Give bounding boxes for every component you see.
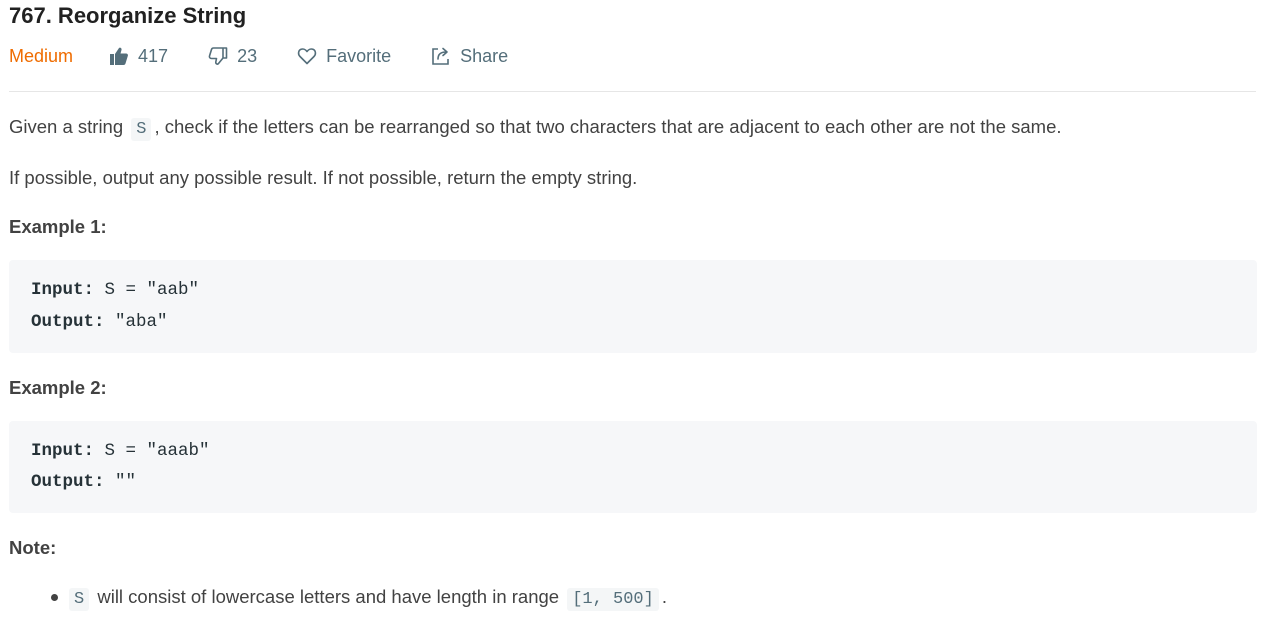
output-value: "aba" — [104, 312, 168, 332]
output-label: Output: — [31, 312, 105, 332]
description-paragraph-1: Given a string S, check if the letters c… — [9, 113, 1062, 144]
favorite-button[interactable]: Favorite — [297, 46, 391, 67]
description-paragraph-2: If possible, output any possible result.… — [9, 167, 638, 188]
like-count: 417 — [138, 45, 169, 66]
problem-title: 767. Reorganize String — [9, 3, 247, 28]
input-label: Input: — [31, 280, 95, 300]
example-1-output-line: Output: "aba" — [31, 311, 168, 333]
note-item-body: will consist of lowercase letters and ha… — [92, 586, 565, 607]
inline-code: S — [69, 588, 90, 611]
note-list: S will consist of lowercase letters and … — [9, 583, 1257, 613]
heart-icon — [297, 48, 317, 65]
header-divider — [9, 91, 1256, 92]
input-value: S = "aaab" — [94, 441, 210, 461]
thumbs-up-icon — [110, 47, 128, 65]
example-2-title: Example 2: — [9, 377, 107, 398]
input-value: S = "aab" — [94, 280, 200, 300]
output-label: Output: — [31, 472, 105, 492]
bullet-icon — [51, 594, 58, 601]
note-title: Note: — [9, 537, 57, 558]
output-value: "" — [104, 472, 137, 492]
example-2-block: Input: S = "aaab" Output: "" — [9, 421, 1257, 513]
favorite-label: Favorite — [326, 45, 392, 66]
thumbs-down-icon — [208, 47, 228, 65]
example-1-block: Input: S = "aab" Output: "aba" — [9, 260, 1257, 353]
inline-code: S — [131, 118, 152, 141]
share-icon — [432, 47, 449, 65]
share-button[interactable]: Share — [431, 46, 508, 67]
example-2-input-line: Input: S = "aaab" — [31, 440, 210, 462]
description-text: Given a string — [9, 116, 129, 137]
note-item-text: S will consist of lowercase letters and … — [69, 583, 667, 614]
input-label: Input: — [31, 441, 95, 461]
description-text: , check if the letters can be rearranged… — [154, 116, 1062, 137]
difficulty-label: Medium — [9, 45, 74, 66]
example-1-title: Example 1: — [9, 216, 107, 237]
dislike-button[interactable]: 23 — [208, 46, 257, 67]
problem-meta-bar: Medium 417 23 Favorite Share — [9, 42, 548, 70]
note-item-end: . — [661, 586, 667, 607]
example-1-input-line: Input: S = "aab" — [31, 279, 199, 301]
example-2-output-line: Output: "" — [31, 471, 136, 493]
dislike-count: 23 — [237, 45, 258, 66]
inline-code: [1, 500] — [567, 588, 659, 611]
like-button[interactable]: 417 — [109, 46, 168, 67]
share-label: Share — [460, 45, 509, 66]
